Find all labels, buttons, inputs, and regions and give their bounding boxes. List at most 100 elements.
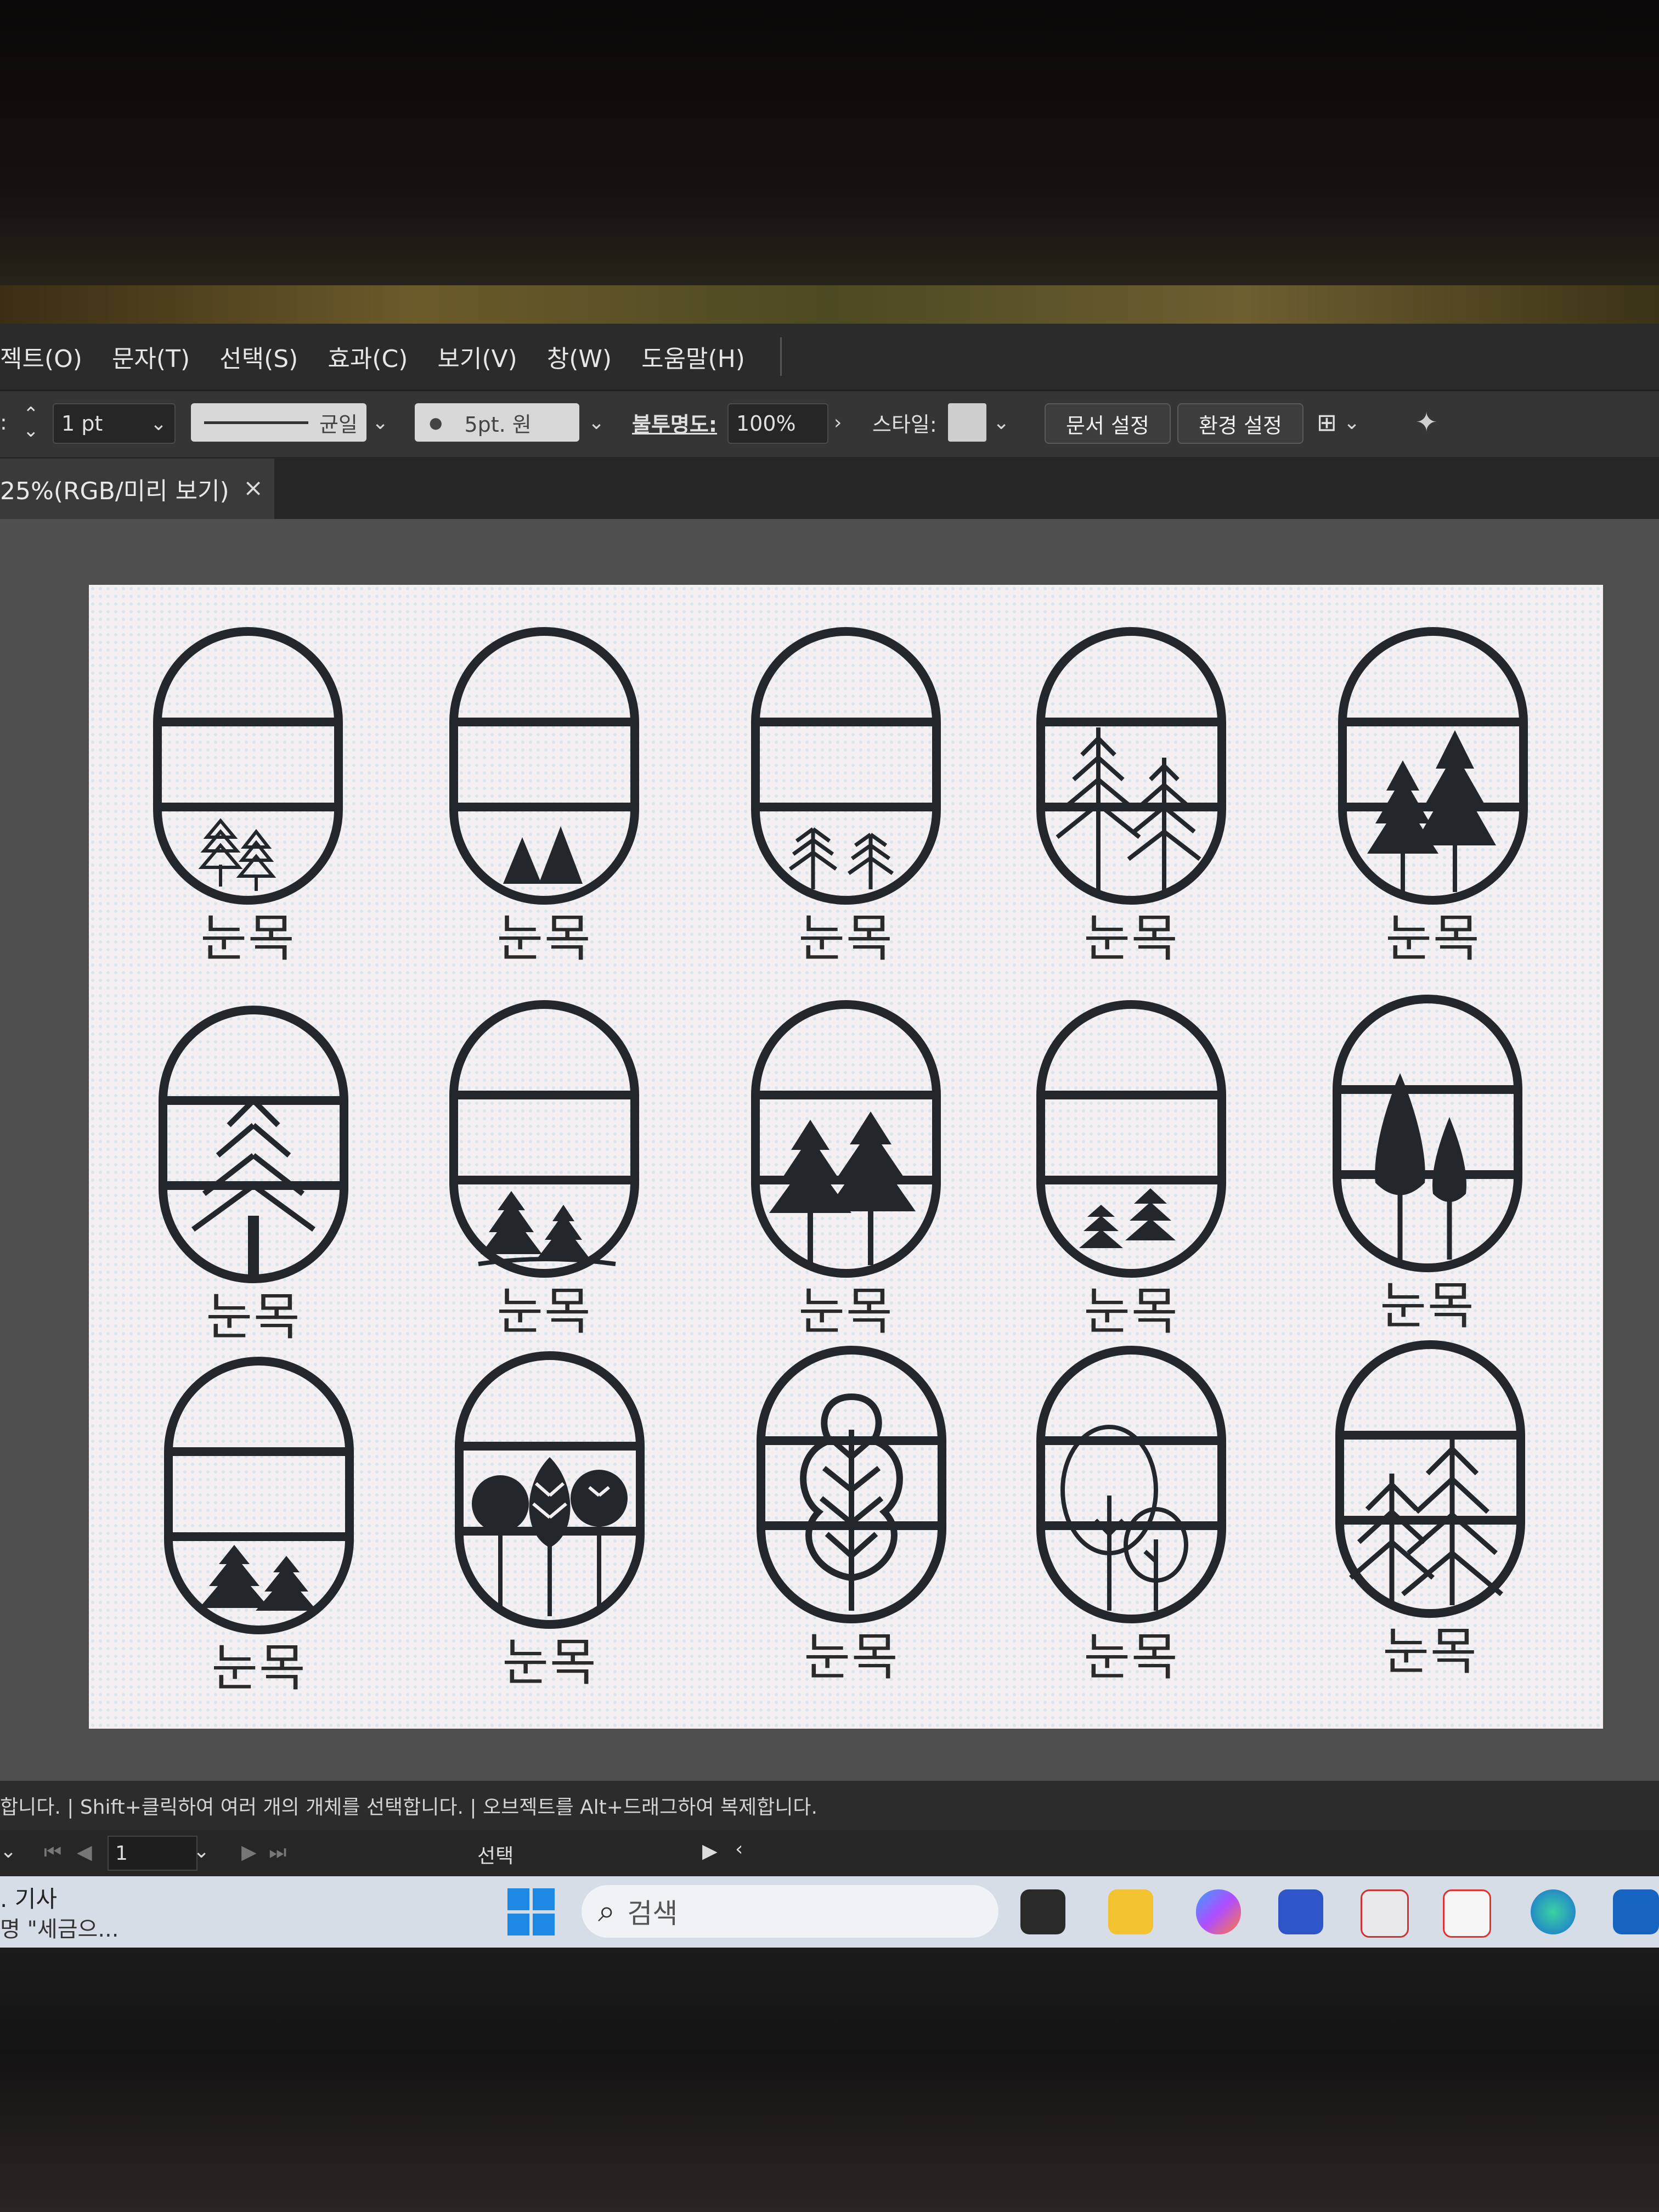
chevron-down-icon: ⌄ [372,411,389,434]
chevron-down-icon: ⌄ [1343,411,1361,434]
artboard[interactable]: 눈목 눈목 눈목 눈목 눈목 눈목 눈목 눈목 눈목 눈목 눈목 눈목 눈목 눈… [89,585,1603,1729]
chevron-down-icon: ⌄ [588,411,605,434]
opacity-label[interactable]: 불투명도: [632,403,720,442]
task-view-icon[interactable] [1020,1889,1065,1934]
chevron-left-icon[interactable]: ‹ [735,1838,743,1860]
icon-solid-fir-pair[interactable]: 눈목 [1323,623,1543,985]
page-number-field[interactable]: 1 [108,1836,198,1871]
icon-two-solid-firs[interactable]: 눈목 [736,996,956,1358]
stroke-line-preview [204,421,308,424]
stroke-label-fragment: : [0,410,7,435]
page-number-value: 1 [115,1842,128,1865]
document-tab-title: 25%(RGB/미리 보기) [0,477,229,505]
icon-line-fir-pair[interactable]: 눈목 [1321,1336,1540,1699]
canvas-area[interactable]: 눈목 눈목 눈목 눈목 눈목 눈목 눈목 눈목 눈목 눈목 눈목 눈목 눈목 눈… [0,519,1659,1781]
icon-two-cypress[interactable]: 눈목 [1318,991,1537,1353]
tree-emblem-icon [1335,1340,1525,1618]
tree-emblem-icon [449,1000,639,1278]
icon-tall-line-pines[interactable]: 눈목 [1022,623,1241,985]
news-widget-subtitle[interactable]: 명 "세금으... [0,1911,119,1943]
icon-outline-round-trees[interactable]: 눈목 [1022,1342,1241,1704]
icon-leaf-tree[interactable]: 눈목 [742,1342,961,1704]
menu-divider [780,337,782,376]
opacity-arrow[interactable]: › [834,403,856,442]
icon-stacked-pines[interactable]: 눈목 [1022,996,1241,1358]
menu-bar: 젝트(O) 문자(T) 선택(S) 효과(C) 보기(V) 창(W) 도움말(H… [0,324,1659,391]
stroke-weight-field[interactable]: 1 pt ⌄ [53,403,176,444]
tree-emblem-icon [1036,627,1226,905]
menu-select[interactable]: 선택(S) [219,339,298,374]
chevron-down-icon[interactable]: ⌄ [193,1840,210,1863]
icon-small-sketch-pines[interactable]: 눈목 [138,623,358,985]
menu-type[interactable]: 문자(T) [112,339,190,374]
monitor-bezel-bottom [0,1948,1659,2212]
outlook-icon[interactable] [1613,1889,1659,1934]
photo-background-top [0,0,1659,324]
desktop-wallpaper-strip [0,285,1659,324]
icon-two-solid-pines-bottom[interactable]: 눈목 [149,1353,369,1715]
tree-emblem-icon [1338,627,1528,905]
previous-page-icon[interactable]: ◀ [77,1841,92,1864]
icon-two-solid-pines[interactable]: 눈목 [435,623,654,985]
preferences-button[interactable]: 환경 설정 [1177,403,1304,444]
document-tab[interactable]: 25%(RGB/미리 보기) × [0,459,274,519]
document-setup-button[interactable]: 문서 설정 [1045,403,1171,444]
menu-view[interactable]: 보기(V) [437,339,517,374]
status-hint-text: 합니다. | Shift+클릭하여 여러 개의 개체를 선택합니다. | 오브젝… [0,1796,818,1819]
icon-layered-pines[interactable]: 눈목 [736,623,956,985]
stroke-stepper[interactable]: ⌃ ⌄ [23,403,45,442]
style-dropdown[interactable]: ⌄ [993,403,1015,442]
stroke-profile-label: 균일 [319,412,358,437]
current-tool-label: 선택 [477,1845,514,1867]
control-bar: : ⌃⌄ 1 pt ⌄ 균일 ⌄ ● 5pt. 원 ⌄ 불투명도: 100% [0,391,1659,459]
monitor-screen: 젝트(O) 문자(T) 선택(S) 효과(C) 보기(V) 창(W) 도움말(H… [0,324,1659,1948]
menu-help[interactable]: 도움말(H) [641,339,745,374]
chevron-down-icon[interactable]: ⌄ [0,1840,16,1863]
tree-emblem-icon [751,627,941,905]
opacity-field[interactable]: 100% [727,403,828,444]
icon-label: 눈목 [502,1633,597,1692]
icon-round-trees[interactable]: 눈목 [440,1347,659,1709]
icon-label: 눈목 [804,1628,899,1686]
icon-label: 눈목 [211,1639,307,1697]
stroke-profile-dropdown[interactable]: ⌄ [372,403,394,442]
close-icon[interactable]: × [243,474,263,502]
tree-emblem-icon [449,627,639,905]
app-icon[interactable] [1361,1889,1409,1938]
first-page-icon[interactable]: ⏮ [44,1841,61,1864]
tree-emblem-icon [1333,995,1522,1272]
microsoft-store-icon[interactable] [1278,1889,1323,1934]
arrange-documents-button[interactable]: ⊞ ⌄ [1317,403,1377,442]
news-widget-title[interactable]: . 기사 [0,1881,57,1914]
start-tile [507,1888,529,1910]
discover-button[interactable]: ✦ [1415,403,1454,442]
edge-browser-icon[interactable] [1531,1889,1576,1934]
tree-emblem-icon [1036,1000,1226,1278]
menu-window[interactable]: 창(W) [547,339,612,374]
chevron-right-icon: › [834,411,842,434]
icon-chevron-pine[interactable]: 눈목 [144,1002,363,1364]
windows-start-button[interactable] [507,1888,556,1937]
style-swatch[interactable] [948,403,986,442]
icon-label: 눈목 [206,1288,301,1346]
next-page-icon[interactable]: ▶ [241,1841,257,1864]
play-icon[interactable]: ▶ [702,1840,718,1863]
icon-pines-on-hill[interactable]: 눈목 [435,996,654,1358]
menu-effect[interactable]: 효과(C) [328,339,408,374]
chevron-down-icon[interactable]: ⌄ [150,413,167,435]
taskbar-search-box[interactable]: ⌕ 검색 [582,1885,998,1938]
tree-emblem-icon [757,1346,946,1623]
tree-emblem-icon [1036,1346,1226,1623]
brush-dropdown[interactable]: ⌄ [588,403,610,442]
menu-object[interactable]: 젝트(O) [0,339,82,374]
copilot-icon[interactable] [1196,1889,1241,1934]
sync-app-icon[interactable] [1443,1889,1491,1938]
file-explorer-icon[interactable] [1108,1889,1153,1934]
stroke-profile-field[interactable]: 균일 [191,403,366,442]
tree-emblem-icon [153,627,343,905]
last-page-icon[interactable]: ⏭ [269,1841,286,1864]
icon-label: 눈목 [1084,1628,1179,1686]
brush-dot-icon: ● [429,413,443,432]
brush-field[interactable]: ● 5pt. 원 [415,403,579,442]
icon-label: 눈목 [1385,909,1481,968]
